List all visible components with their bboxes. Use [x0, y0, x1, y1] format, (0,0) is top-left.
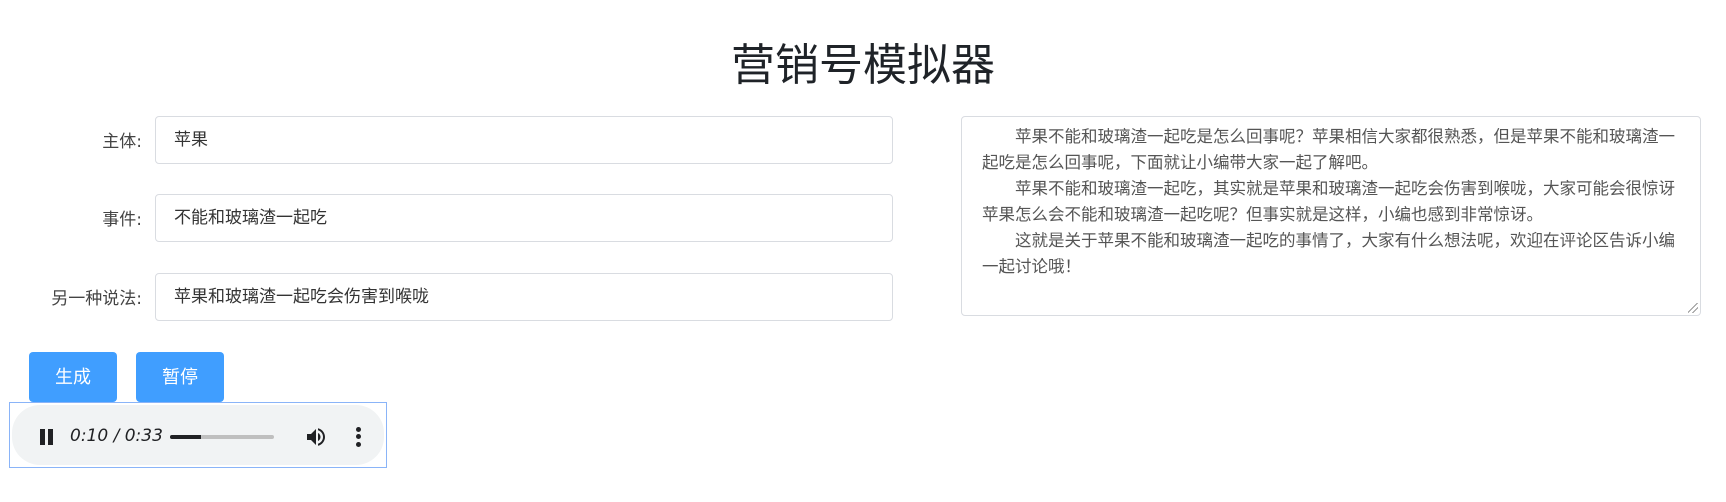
subject-input[interactable]: 苹果	[155, 116, 893, 164]
page-title: 营销号模拟器	[731, 40, 995, 91]
volume-icon[interactable]	[304, 425, 328, 449]
event-label: 事件:	[102, 210, 142, 230]
alt-phrase-input[interactable]: 苹果和玻璃渣一起吃会伤害到喉咙	[155, 273, 893, 321]
pause-icon[interactable]	[39, 429, 55, 445]
event-row: 事件: 不能和玻璃渣一起吃	[0, 194, 900, 246]
pause-button[interactable]: 暂停	[136, 352, 224, 402]
output-paragraph: 苹果不能和玻璃渣一起吃是怎么回事呢？苹果相信大家都很熟悉，但是苹果不能和玻璃渣一…	[982, 127, 1675, 172]
subject-label: 主体:	[102, 132, 142, 152]
audio-player: 0:10 / 0:33	[9, 402, 387, 468]
audio-controls: 0:10 / 0:33	[12, 405, 384, 465]
output-paragraph: 这就是关于苹果不能和玻璃渣一起吃的事情了，大家有什么想法呢，欢迎在评论区告诉小编…	[982, 231, 1675, 276]
event-input[interactable]: 不能和玻璃渣一起吃	[155, 194, 893, 242]
resize-handle-icon[interactable]	[1688, 303, 1698, 313]
generate-button[interactable]: 生成	[29, 352, 117, 402]
subject-row: 主体: 苹果	[0, 116, 900, 168]
alt-phrase-label: 另一种说法:	[51, 289, 142, 309]
alt-phrase-row: 另一种说法: 苹果和玻璃渣一起吃会伤害到喉咙	[0, 273, 900, 325]
output-paragraph: 苹果不能和玻璃渣一起吃，其实就是苹果和玻璃渣一起吃会伤害到喉咙，大家可能会很惊讶…	[982, 179, 1675, 224]
audio-progress-fill	[170, 435, 202, 439]
output-textarea[interactable]: 苹果不能和玻璃渣一起吃是怎么回事呢？苹果相信大家都很熟悉，但是苹果不能和玻璃渣一…	[961, 116, 1701, 316]
more-vert-icon[interactable]	[354, 425, 362, 449]
audio-progress-slider[interactable]	[170, 435, 274, 439]
audio-time: 0:10 / 0:33	[70, 426, 163, 446]
